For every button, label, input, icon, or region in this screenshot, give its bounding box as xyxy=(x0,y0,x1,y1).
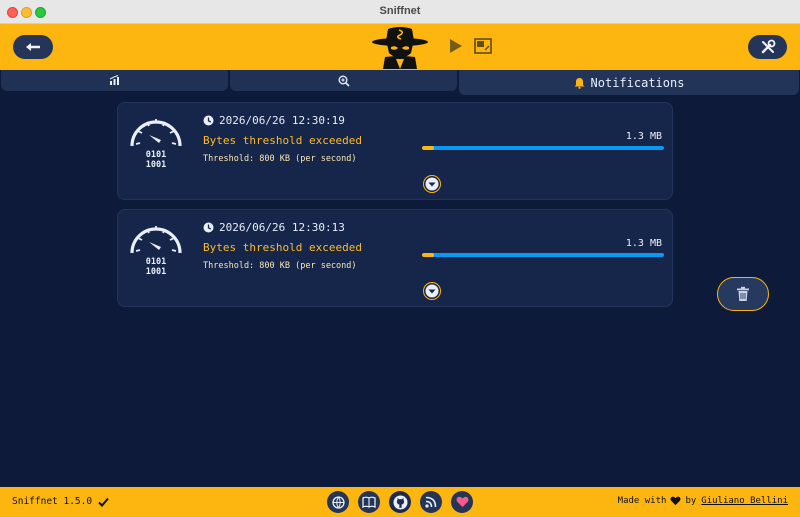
credits: Made with by Giuliano Bellini xyxy=(618,496,788,506)
gauge-text-line-1: 0101 xyxy=(146,257,166,267)
notification-value: 1.3 MB xyxy=(625,131,662,142)
wrench-screwdriver-icon xyxy=(761,39,775,54)
tab-inspect[interactable] xyxy=(230,70,457,91)
app-window: Sniffnet Notifications 0101 1001 2026/06… xyxy=(0,0,800,517)
header xyxy=(0,24,800,70)
notification-value: 1.3 MB xyxy=(625,238,662,249)
trash-icon xyxy=(737,286,749,301)
tab-overview[interactable] xyxy=(1,70,228,91)
notification-threshold: Threshold: 800 KB (per second) xyxy=(203,261,357,271)
threshold-bar-fill xyxy=(422,146,435,150)
expand-button[interactable] xyxy=(423,175,441,193)
timestamp: 2026/06/26 12:30:19 xyxy=(219,114,345,127)
timestamp: 2026/06/26 12:30:13 xyxy=(219,221,345,234)
speedometer-icon: 0101 1001 xyxy=(130,119,182,170)
clock-icon xyxy=(203,222,214,233)
clear-notifications-button[interactable] xyxy=(717,277,769,311)
made-with-label: Made with xyxy=(617,496,667,506)
notification-card: 0101 1001 2026/06/26 12:30:19 Bytes thre… xyxy=(117,102,673,200)
by-label: by xyxy=(685,496,697,506)
tab-notifications-label: Notifications xyxy=(590,75,685,90)
version-info: Sniffnet 1.5.0 xyxy=(12,496,109,507)
notification-threshold: Threshold: 800 KB (per second) xyxy=(203,154,357,164)
zoom-in-icon xyxy=(338,75,350,87)
threshold-bar-fill xyxy=(422,253,435,257)
chart-icon xyxy=(109,75,119,85)
checkmark-icon xyxy=(98,497,109,507)
footer: Sniffnet 1.5.0 Made with by Giuliano Bel… xyxy=(0,487,800,517)
gauge-text-line-2: 1001 xyxy=(146,267,166,277)
github-icon xyxy=(393,495,407,509)
arrow-left-icon xyxy=(26,43,40,51)
settings-button[interactable] xyxy=(748,35,787,59)
heart-icon xyxy=(456,496,468,507)
chevron-down-icon xyxy=(425,284,439,298)
expand-button[interactable] xyxy=(423,282,441,300)
threshold-bar xyxy=(422,146,664,150)
notification-message: Bytes threshold exceeded xyxy=(203,241,362,254)
website-link[interactable] xyxy=(327,491,349,513)
sniffnet-logo xyxy=(372,27,428,69)
author-link[interactable]: Giuliano Bellini xyxy=(701,496,788,506)
chevron-down-icon xyxy=(425,177,439,191)
gauge-text-line-2: 1001 xyxy=(146,160,166,170)
rss-icon xyxy=(425,496,437,508)
tab-notifications[interactable]: Notifications xyxy=(459,70,799,95)
back-button[interactable] xyxy=(13,35,53,59)
notification-card: 0101 1001 2026/06/26 12:30:13 Bytes thre… xyxy=(117,209,673,307)
github-link[interactable] xyxy=(389,491,411,513)
tab-bar: Notifications xyxy=(0,70,800,95)
timestamp-row: 2026/06/26 12:30:19 xyxy=(203,114,345,127)
notification-message: Bytes threshold exceeded xyxy=(203,134,362,147)
play-icon[interactable] xyxy=(449,38,463,54)
bell-icon xyxy=(574,77,585,89)
gauge-text-line-1: 0101 xyxy=(146,150,166,160)
globe-icon xyxy=(331,495,345,509)
threshold-bar xyxy=(422,253,664,257)
window-title: Sniffnet xyxy=(379,5,421,17)
wiki-link[interactable] xyxy=(358,491,380,513)
timestamp-row: 2026/06/26 12:30:13 xyxy=(203,221,345,234)
news-feed-link[interactable] xyxy=(420,491,442,513)
speedometer-icon: 0101 1001 xyxy=(130,226,182,277)
clock-icon xyxy=(203,115,214,126)
version-label: Sniffnet 1.5.0 xyxy=(12,496,93,507)
sponsor-link[interactable] xyxy=(451,491,473,513)
picture-in-picture-icon[interactable] xyxy=(474,38,492,54)
heart-icon xyxy=(670,496,681,506)
footer-links xyxy=(327,491,482,513)
book-icon xyxy=(362,496,376,508)
title-bar: Sniffnet xyxy=(0,0,800,24)
